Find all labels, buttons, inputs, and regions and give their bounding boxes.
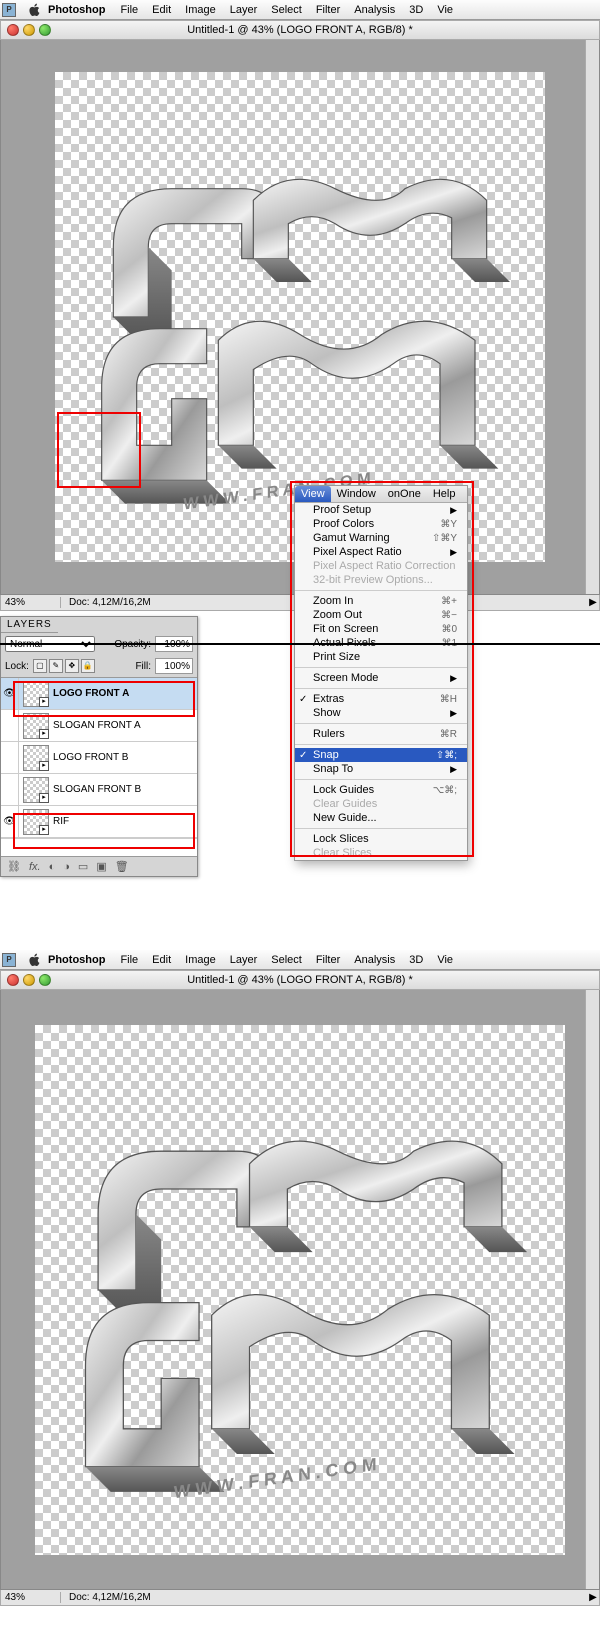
window-close-button[interactable]: [7, 24, 19, 36]
layer-name[interactable]: SLOGAN FRONT A: [53, 720, 141, 731]
visibility-toggle-icon[interactable]: [1, 774, 19, 805]
highlight-box-layer-rif: [13, 813, 195, 849]
app-name: Photoshop: [48, 4, 105, 16]
status-bar: 43% Doc: 4,12M/16,2M ▶: [0, 1590, 600, 1606]
menu-view[interactable]: Vie: [437, 954, 453, 966]
menu-layer[interactable]: Layer: [230, 954, 258, 966]
document-canvas[interactable]: W W W . F R A N . C O M: [35, 1025, 565, 1555]
layers-tab[interactable]: LAYERS: [1, 617, 58, 633]
highlight-box-canvas: [57, 412, 141, 488]
menu-filter[interactable]: Filter: [316, 954, 340, 966]
macos-menubar: P Photoshop File Edit Image Layer Select…: [0, 0, 600, 20]
menu-filter[interactable]: Filter: [316, 4, 340, 16]
menu-image[interactable]: Image: [185, 4, 216, 16]
lock-label: Lock:: [5, 661, 29, 672]
fill-label: Fill:: [135, 661, 151, 672]
delete-layer-icon[interactable]: 🗑: [115, 860, 129, 873]
new-group-icon[interactable]: ▭: [78, 860, 88, 873]
link-layers-icon[interactable]: ⛓: [7, 860, 21, 873]
document-window-titlebar: Untitled-1 @ 43% (LOGO FRONT A, RGB/8) *: [0, 20, 600, 40]
window-minimize-button[interactable]: [23, 24, 35, 36]
canvas-area[interactable]: W W W . F R A N . C O M: [0, 990, 600, 1590]
document-info[interactable]: Doc: 4,12M/16,2M: [61, 1592, 587, 1603]
layer-name[interactable]: SLOGAN FRONT B: [53, 784, 141, 795]
layer-mask-icon[interactable]: ◐: [49, 861, 56, 873]
photoshop-app-icon: P: [2, 3, 16, 17]
vertical-scrollbar[interactable]: [585, 40, 599, 594]
lock-position-icon[interactable]: ✥: [65, 659, 79, 673]
document-window-titlebar: Untitled-1 @ 43% (LOGO FRONT A, RGB/8) *: [0, 970, 600, 990]
new-layer-icon[interactable]: ▣: [96, 860, 106, 873]
layer-row[interactable]: ▸ SLOGAN FRONT B: [1, 774, 197, 806]
logo-artwork: W W W . F R A N . C O M: [35, 1025, 565, 1555]
highlight-box-menu: [290, 481, 474, 857]
zoom-level[interactable]: 43%: [1, 1592, 61, 1603]
layers-panel: LAYERS Normal Opacity: Lock: ▢ ✎ ✥ 🔒 Fil…: [0, 616, 198, 877]
window-minimize-button[interactable]: [23, 974, 35, 986]
window-title: Untitled-1 @ 43% (LOGO FRONT A, RGB/8) *: [51, 974, 599, 986]
menu-3d[interactable]: 3D: [409, 4, 423, 16]
window-zoom-button[interactable]: [39, 974, 51, 986]
lock-transparency-icon[interactable]: ▢: [33, 659, 47, 673]
menu-file[interactable]: File: [120, 954, 138, 966]
macos-menubar: P Photoshop File Edit Image Layer Select…: [0, 950, 600, 970]
menu-3d[interactable]: 3D: [409, 954, 423, 966]
lock-all-icon[interactable]: 🔒: [81, 659, 95, 673]
highlight-box-layer-selected: [13, 681, 195, 717]
menu-select[interactable]: Select: [271, 954, 302, 966]
layer-row[interactable]: ▸ LOGO FRONT B: [1, 742, 197, 774]
svg-text:W W W . F R A N . C O M: W W W . F R A N . C O M: [174, 1454, 377, 1502]
layer-name[interactable]: LOGO FRONT B: [53, 752, 128, 763]
menu-edit[interactable]: Edit: [152, 4, 171, 16]
fill-input[interactable]: [155, 658, 193, 674]
menu-file[interactable]: File: [120, 4, 138, 16]
menu-analysis[interactable]: Analysis: [354, 4, 395, 16]
menu-analysis[interactable]: Analysis: [354, 954, 395, 966]
apple-icon[interactable]: [28, 3, 42, 17]
menu-image[interactable]: Image: [185, 954, 216, 966]
zoom-level[interactable]: 43%: [1, 597, 61, 608]
visibility-toggle-icon[interactable]: [1, 742, 19, 773]
window-zoom-button[interactable]: [39, 24, 51, 36]
status-arrow-icon[interactable]: ▶: [587, 1592, 599, 1603]
photoshop-app-icon: P: [2, 953, 16, 967]
menu-view[interactable]: Vie: [437, 4, 453, 16]
apple-icon[interactable]: [28, 953, 42, 967]
adjustment-layer-icon[interactable]: ◑: [63, 861, 70, 873]
menu-edit[interactable]: Edit: [152, 954, 171, 966]
menu-layer[interactable]: Layer: [230, 4, 258, 16]
vertical-scrollbar[interactable]: [585, 990, 599, 1589]
status-arrow-icon[interactable]: ▶: [587, 597, 599, 608]
layer-thumbnail[interactable]: ▸: [23, 777, 49, 803]
layer-style-icon[interactable]: fx.: [29, 861, 41, 873]
window-close-button[interactable]: [7, 974, 19, 986]
window-title: Untitled-1 @ 43% (LOGO FRONT A, RGB/8) *: [51, 24, 599, 36]
menu-select[interactable]: Select: [271, 4, 302, 16]
lock-pixels-icon[interactable]: ✎: [49, 659, 63, 673]
app-name: Photoshop: [48, 954, 105, 966]
layer-thumbnail[interactable]: ▸: [23, 745, 49, 771]
layers-panel-footer: ⛓ fx. ◐ ◑ ▭ ▣ 🗑: [1, 856, 197, 876]
